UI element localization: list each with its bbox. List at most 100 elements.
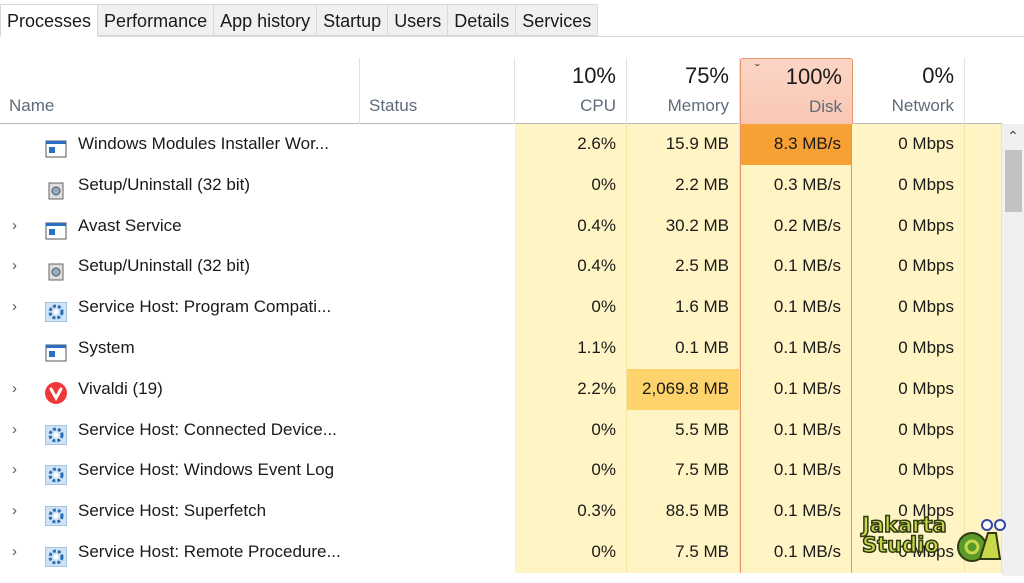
cpu-cell: 2.2% (515, 368, 627, 410)
column-status[interactable]: Status (360, 58, 515, 124)
memory-cell: 7.5 MB (627, 450, 740, 492)
expand-chevron-icon[interactable]: › (12, 206, 17, 247)
expand-chevron-icon[interactable]: › (12, 491, 17, 532)
expand-chevron-icon[interactable]: › (12, 450, 17, 491)
tab-details[interactable]: Details (448, 4, 517, 36)
disk-cell: 0.1 MB/s (740, 491, 852, 532)
network-cell: 0 Mbps (852, 164, 965, 206)
disk-cell: 0.1 MB/s (740, 409, 852, 451)
memory-cell: 30.2 MB (627, 205, 740, 247)
table-row[interactable]: Windows Modules Installer Wor... 2.6% 15… (0, 124, 1002, 165)
table-row[interactable]: System 1.1% 0.1 MB 0.1 MB/s 0 Mbps (0, 327, 1002, 369)
table-row[interactable]: › Service Host: Connected Device... 0% 5.… (0, 409, 1002, 451)
table-row[interactable]: › Vivaldi (19) 2.2% 2,069.8 MB 0.1 MB/s 0… (0, 368, 1002, 410)
cpu-cell: 0% (515, 450, 627, 492)
disk-cell: 0.1 MB/s (740, 246, 852, 288)
tab-startup[interactable]: Startup (317, 4, 389, 36)
tab-processes[interactable]: Processes (0, 4, 99, 37)
tab-performance[interactable]: Performance (98, 4, 215, 36)
tab-app-history[interactable]: App history (214, 4, 318, 36)
network-cell: 0 Mbps (852, 246, 965, 288)
process-name-cell: › Service Host: Superfetch (0, 491, 360, 532)
cpu-cell: 0% (515, 409, 627, 451)
empty-cell (965, 450, 1002, 492)
disk-cell: 0.1 MB/s (740, 531, 852, 573)
network-cell: 0 Mbps (852, 450, 965, 492)
process-name-cell: Windows Modules Installer Wor... (0, 124, 360, 165)
process-list: Windows Modules Installer Wor... 2.6% 15… (0, 124, 1002, 573)
process-name-cell: › Service Host: Program Compati... (0, 287, 360, 328)
expand-chevron-icon[interactable]: › (12, 287, 17, 328)
process-name-cell: › Service Host: Connected Device... (0, 410, 360, 451)
scroll-up-icon[interactable]: ⌃ (1002, 124, 1024, 148)
disk-cell: 0.1 MB/s (740, 368, 852, 410)
network-cell: 0 Mbps (852, 327, 965, 369)
column-memory[interactable]: 75% Memory (627, 58, 740, 124)
table-row[interactable]: › Avast Service 0.4% 30.2 MB 0.2 MB/s 0 M… (0, 205, 1002, 247)
gear-icon (44, 501, 68, 527)
column-disk[interactable]: ˇ 100% Disk (740, 58, 853, 124)
disk-cell: 0.1 MB/s (740, 327, 852, 369)
process-name-cell: › Service Host: Remote Procedure... (0, 532, 360, 573)
empty-cell (965, 246, 1002, 288)
tab-users[interactable]: Users (388, 4, 449, 36)
disk-cell: 0.3 MB/s (740, 164, 852, 206)
disk-cell: 0.2 MB/s (740, 205, 852, 247)
tab-services[interactable]: Services (516, 4, 599, 36)
table-row[interactable]: › Service Host: Superfetch 0.3% 88.5 MB 0… (0, 491, 1002, 532)
process-name-cell: › Avast Service (0, 206, 360, 247)
scrollbar-thumb[interactable] (1005, 150, 1022, 212)
column-cpu[interactable]: 10% CPU (515, 58, 627, 124)
cpu-cell: 0.3% (515, 491, 627, 532)
process-name-cell: › Setup/Uninstall (32 bit) (0, 246, 360, 287)
memory-cell: 2.5 MB (627, 246, 740, 288)
window-icon (45, 134, 67, 158)
network-cell: 0 Mbps (852, 205, 965, 247)
memory-cell: 88.5 MB (627, 491, 740, 532)
expand-chevron-icon[interactable]: › (12, 532, 17, 573)
tab-bar: Processes Performance App history Startup Us… (0, 4, 1024, 37)
memory-cell: 2.2 MB (627, 164, 740, 206)
memory-cell: 1.6 MB (627, 287, 740, 328)
empty-cell (965, 409, 1002, 451)
memory-cell: 0.1 MB (627, 327, 740, 369)
table-row[interactable]: Setup/Uninstall (32 bit) 0% 2.2 MB 0.3 M… (0, 164, 1002, 206)
process-name-cell: › Vivaldi (19) (0, 369, 360, 410)
installer-icon (45, 175, 67, 200)
memory-cell: 5.5 MB (627, 409, 740, 451)
memory-cell: 7.5 MB (627, 531, 740, 573)
table-row[interactable]: › Service Host: Windows Event Log 0% 7.5 … (0, 450, 1002, 492)
empty-cell (965, 164, 1002, 206)
table-row[interactable]: › Service Host: Program Compati... 0% 1.6… (0, 287, 1002, 328)
column-name[interactable]: Name (0, 58, 360, 124)
table-row[interactable]: › Setup/Uninstall (32 bit) 0.4% 2.5 MB 0.… (0, 246, 1002, 288)
gear-icon (44, 420, 68, 446)
expand-chevron-icon[interactable]: › (12, 410, 17, 451)
column-headers: Name Status 10% CPU 75% Memory ˇ 100% Disk 0… (0, 58, 1002, 124)
network-cell: 0 Mbps (852, 368, 965, 410)
network-cell: 0 Mbps (852, 287, 965, 328)
network-cell: 0 Mbps (852, 409, 965, 451)
sort-chevron-down-icon: ˇ (755, 61, 760, 77)
scrollbar[interactable]: ⌃ (1002, 124, 1024, 576)
expand-chevron-icon[interactable]: › (12, 369, 17, 410)
cpu-cell: 0% (515, 164, 627, 206)
empty-cell (965, 205, 1002, 247)
window-icon (45, 338, 67, 362)
disk-cell: 0.1 MB/s (740, 287, 852, 328)
expand-chevron-icon[interactable]: › (12, 246, 17, 287)
gear-icon (44, 542, 68, 568)
process-name-cell: › Service Host: Windows Event Log (0, 450, 360, 491)
table-row[interactable]: › Service Host: Remote Procedure... 0% 7.… (0, 531, 1002, 573)
empty-cell (965, 287, 1002, 328)
cpu-cell: 1.1% (515, 327, 627, 369)
disk-cell: 8.3 MB/s (740, 124, 852, 165)
network-cell: 0 Mbps (852, 124, 965, 165)
column-network[interactable]: 0% Network (853, 58, 965, 124)
window-icon (45, 216, 67, 240)
empty-cell (965, 327, 1002, 369)
cpu-cell: 2.6% (515, 124, 627, 165)
cpu-cell: 0.4% (515, 246, 627, 288)
cpu-cell: 0% (515, 287, 627, 328)
disk-cell: 0.1 MB/s (740, 450, 852, 492)
